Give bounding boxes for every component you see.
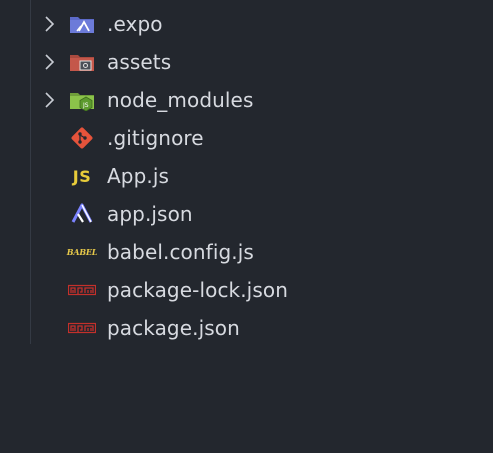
svg-text:JS: JS: [82, 102, 89, 109]
expo-folder-icon: [68, 12, 96, 36]
chevron-right-icon[interactable]: [43, 16, 57, 32]
npm-icon: [68, 278, 96, 302]
tree-item-babel-config-file[interactable]: BABEL babel.config.js: [0, 233, 493, 271]
expo-icon: [68, 202, 96, 226]
babel-icon: BABEL: [66, 247, 98, 257]
tree-item-label: package.json: [107, 316, 240, 340]
file-tree: .expo assets JS node_modules .gitignore …: [0, 5, 493, 347]
tree-item-app-js-file[interactable]: JS App.js: [0, 157, 493, 195]
javascript-icon: JS: [72, 166, 92, 186]
node-modules-folder-icon: JS: [68, 88, 96, 112]
tree-item-expo-folder[interactable]: .expo: [0, 5, 493, 43]
tree-item-label: .expo: [107, 12, 163, 36]
tree-item-assets-folder[interactable]: assets: [0, 43, 493, 81]
tree-item-label: App.js: [107, 164, 170, 188]
chevron-right-icon[interactable]: [43, 54, 57, 70]
tree-item-label: app.json: [107, 202, 193, 226]
git-icon: [68, 126, 96, 150]
tree-item-label: babel.config.js: [107, 240, 254, 264]
assets-folder-icon: [68, 50, 96, 74]
tree-item-gitignore-file[interactable]: .gitignore: [0, 119, 493, 157]
file-explorer: .expo assets JS node_modules .gitignore …: [0, 0, 493, 453]
tree-item-package-lock-file[interactable]: package-lock.json: [0, 271, 493, 309]
npm-icon: [68, 316, 96, 340]
tree-item-label: assets: [107, 50, 172, 74]
tree-item-app-json-file[interactable]: app.json: [0, 195, 493, 233]
tree-item-node-modules-folder[interactable]: JS node_modules: [0, 81, 493, 119]
chevron-right-icon[interactable]: [43, 92, 57, 108]
tree-item-label: node_modules: [107, 88, 254, 112]
tree-item-package-json-file[interactable]: package.json: [0, 309, 493, 347]
tree-item-label: package-lock.json: [107, 278, 288, 302]
tree-item-label: .gitignore: [107, 126, 204, 150]
